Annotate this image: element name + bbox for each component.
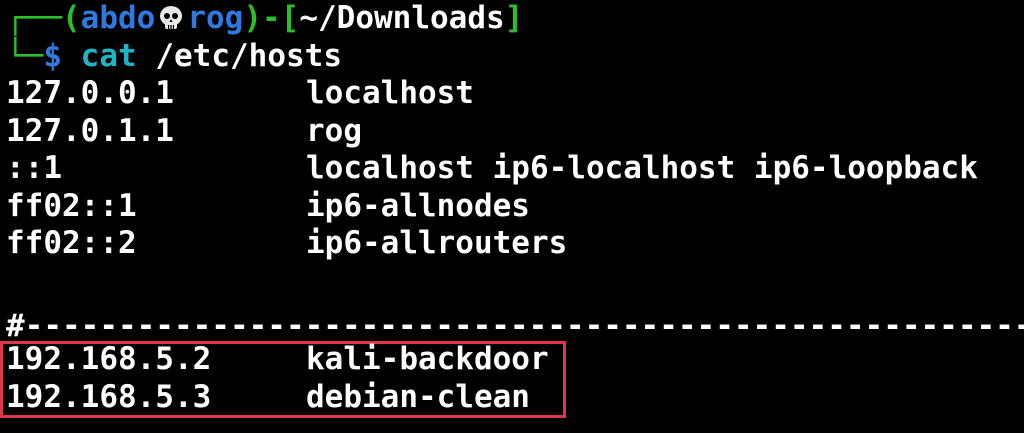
hosts-entry: ff02::2 ip6-allrouters (6, 225, 567, 263)
prompt-rparen: ) (243, 0, 262, 36)
prompt-line-1: ┌──(abdo rog)-[~/Downloads] (6, 0, 523, 38)
host-ip: ff02::1 (6, 187, 137, 224)
prompt-lparen: ( (62, 0, 81, 36)
prompt-close-corner: └─ (6, 37, 44, 74)
prompt-user: abdo (80, 0, 156, 36)
skull-icon (160, 6, 183, 29)
host-names: localhost ip6-localhost ip6-loopback (306, 150, 978, 186)
host-ip: 127.0.1.1 (6, 112, 174, 149)
prompt-lbracket: [ (280, 0, 300, 36)
hosts-entry: ::1 localhost ip6-localhost ip6-loopback (6, 150, 978, 188)
prompt-dollar: $ (43, 37, 62, 74)
prompt-cwd: ~/Downloads (299, 0, 505, 36)
terminal-window[interactable]: ┌──(abdo rog)-[~/Downloads] └─$ cat /etc/… (0, 0, 1024, 433)
prompt-line-2: └─$ cat /etc/hosts (6, 38, 342, 76)
hosts-entry: 127.0.0.1 localhost (6, 75, 474, 113)
highlighted-hosts-entry: 192.168.5.2 kali-backdoor (6, 341, 549, 379)
host-names: localhost (306, 75, 474, 111)
hosts-entry: 127.0.1.1 rog (6, 112, 362, 151)
command-argument: /etc/hosts (155, 37, 342, 74)
prompt-open-corner: ┌── (6, 0, 62, 36)
host-names: rog (306, 112, 362, 149)
host-names: kali-backdoor (306, 341, 549, 377)
separator-comment: #---------------------------------------… (6, 308, 1024, 344)
prompt-dash: - (262, 0, 281, 36)
command-name: cat (80, 37, 137, 74)
hosts-entry: ff02::1 ip6-allnodes (6, 187, 530, 226)
host-ip: ::1 (6, 150, 62, 186)
host-names: ip6-allrouters (306, 225, 568, 261)
prompt-host: rog (187, 0, 244, 36)
host-ip: 192.168.5.2 (6, 341, 212, 377)
host-ip: 192.168.5.3 (6, 378, 212, 415)
host-ip: ff02::2 (6, 225, 137, 261)
prompt-rbracket: ] (504, 0, 524, 36)
highlighted-hosts-entry: 192.168.5.3 debian-clean (6, 378, 530, 417)
host-names: debian-clean (306, 378, 530, 415)
host-names: ip6-allnodes (306, 187, 530, 224)
host-ip: 127.0.0.1 (6, 75, 174, 111)
